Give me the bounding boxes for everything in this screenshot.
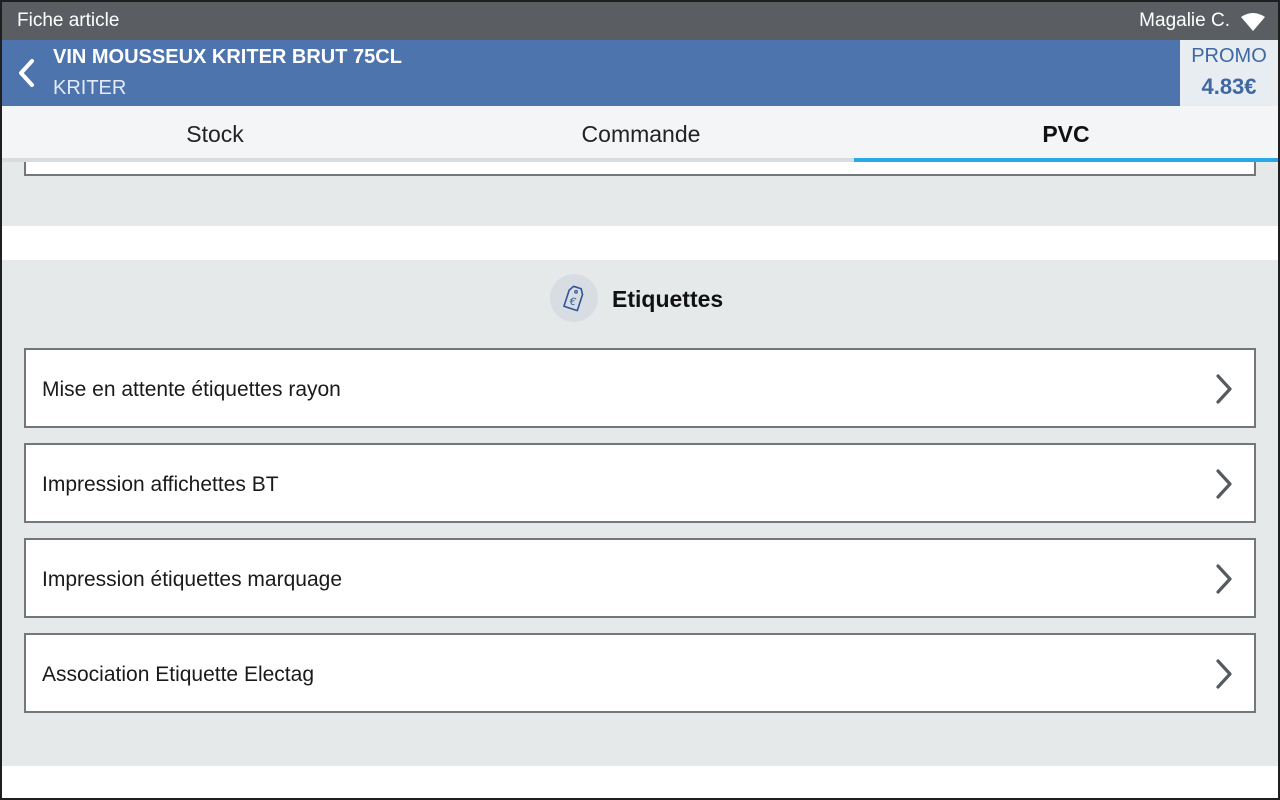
chevron-left-icon[interactable] <box>16 58 38 88</box>
tab-stock[interactable]: Stock <box>2 106 428 162</box>
section-title: Etiquettes <box>612 286 724 312</box>
tab-label: Stock <box>186 121 244 147</box>
product-header: VIN MOUSSEUX KRITER BRUT 75CL KRITER PRO… <box>2 40 1278 106</box>
user-name: Magalie C. <box>1139 10 1230 31</box>
promo-label: PROMO <box>1191 45 1267 67</box>
product-brand: KRITER <box>53 77 127 99</box>
tab-label: PVC <box>1042 121 1090 147</box>
chevron-right-icon <box>1216 659 1232 689</box>
tab-pvc[interactable]: PVC <box>854 106 1278 162</box>
menu-item-label: Impression affichettes BT <box>42 473 279 496</box>
menu-item-affichettes-bt[interactable]: Impression affichettes BT <box>24 443 1256 523</box>
chevron-right-icon <box>1216 564 1232 594</box>
previous-card-bottom <box>24 162 1256 176</box>
svg-text:€: € <box>568 296 577 308</box>
promo-badge: PROMO 4.83€ <box>1180 40 1278 106</box>
chevron-right-icon <box>1216 469 1232 499</box>
section-separator <box>2 226 1278 260</box>
menu-item-label: Mise en attente étiquettes rayon <box>42 378 341 401</box>
tab-label: Commande <box>581 121 701 147</box>
wifi-icon <box>1241 13 1265 31</box>
chevron-right-icon <box>1216 374 1232 404</box>
menu-item-label: Association Etiquette Electag <box>42 663 314 686</box>
screen-title: Fiche article <box>17 10 120 31</box>
menu-item-label: Impression étiquettes marquage <box>42 568 342 591</box>
promo-price: 4.83€ <box>1201 74 1257 99</box>
tab-commande[interactable]: Commande <box>428 106 854 162</box>
app-frame: Fiche article Magalie C. VIN MOUSSEUX KR… <box>0 0 1280 800</box>
euro-tag-icon: € <box>550 274 598 322</box>
menu-item-etiquettes-marquage[interactable]: Impression étiquettes marquage <box>24 538 1256 618</box>
tab-bar: Stock Commande PVC <box>2 106 1278 162</box>
product-name: VIN MOUSSEUX KRITER BRUT 75CL <box>53 46 402 68</box>
menu-item-electag[interactable]: Association Etiquette Electag <box>24 633 1256 713</box>
menu-item-mise-en-attente[interactable]: Mise en attente étiquettes rayon <box>24 348 1256 428</box>
status-bar: Fiche article Magalie C. <box>2 2 1278 40</box>
